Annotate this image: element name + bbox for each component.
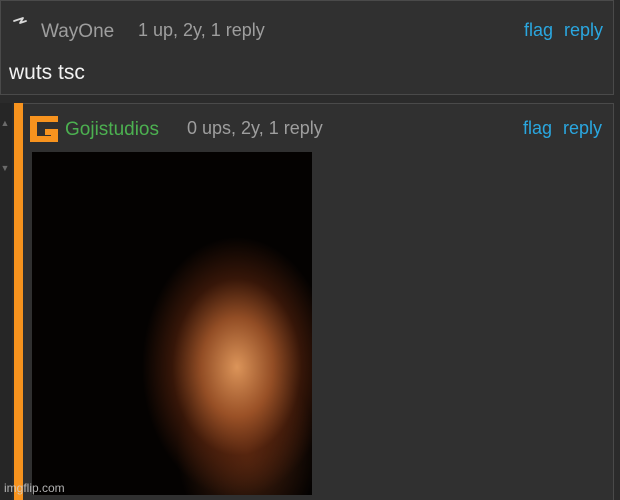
slash-icon[interactable] bbox=[10, 14, 32, 36]
upvote-icon[interactable]: ▲ bbox=[0, 118, 10, 128]
flag-link[interactable]: flag bbox=[524, 20, 553, 41]
username-link[interactable]: WayOne bbox=[41, 21, 114, 43]
comment-meta: 1 up, 2y, 1 reply bbox=[138, 20, 265, 40]
downvote-icon[interactable]: ▼ bbox=[0, 163, 10, 173]
comment-wayone: WayOne 1 up, 2y, 1 reply flag reply wuts… bbox=[0, 0, 614, 95]
thread-indicator-bar bbox=[14, 103, 23, 500]
reply-link[interactable]: reply bbox=[564, 20, 603, 41]
g-logo-icon[interactable] bbox=[28, 114, 60, 144]
watermark-text: imgflip.com bbox=[4, 481, 65, 495]
reply-link[interactable]: reply bbox=[563, 118, 602, 139]
comment-text: wuts tsc bbox=[9, 61, 85, 84]
username-link[interactable]: Gojistudios bbox=[65, 119, 159, 141]
flag-link[interactable]: flag bbox=[523, 118, 552, 139]
photo-icon[interactable] bbox=[32, 152, 312, 495]
comment-meta: 0 ups, 2y, 1 reply bbox=[187, 118, 323, 138]
